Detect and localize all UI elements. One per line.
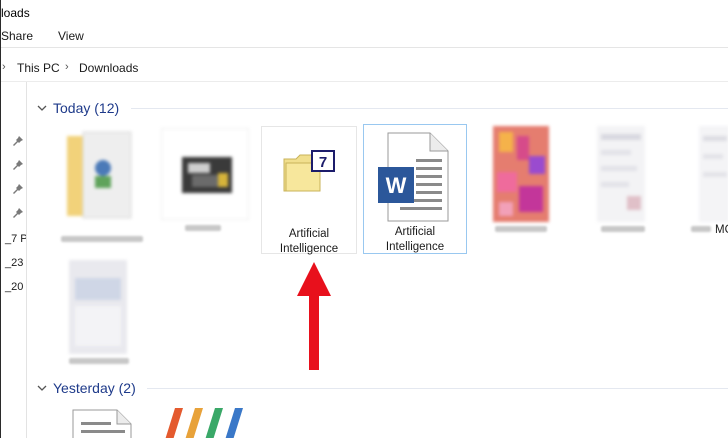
group-divider — [147, 388, 728, 389]
file-label-partial: MG — [715, 224, 728, 236]
file-label: Artificial Intelligence — [364, 225, 466, 255]
file-tile[interactable] — [581, 124, 677, 252]
image-icon — [182, 157, 232, 193]
pin-icon[interactable] — [13, 208, 23, 218]
image-thumbnail — [161, 128, 249, 220]
file-tile-ai-word[interactable]: W Artificial Intelligence — [363, 124, 467, 254]
image-thumbnail — [699, 126, 728, 222]
file-label-line: Artificial — [394, 226, 436, 238]
breadcrumb-this-pc[interactable]: This PC — [17, 61, 60, 75]
tab-view[interactable]: View — [58, 29, 84, 43]
svg-text:7: 7 — [319, 154, 327, 171]
file-explorer-window: loads Share View › This PC › Downloads _… — [0, 0, 728, 438]
file-tile[interactable] — [57, 258, 153, 368]
tab-share[interactable]: Share — [1, 29, 33, 43]
chevron-down-icon[interactable] — [37, 103, 47, 113]
group-header-today[interactable]: Today (12) — [37, 98, 119, 118]
group-title: Today (12) — [53, 100, 120, 116]
pin-icon[interactable] — [13, 184, 23, 194]
breadcrumb-chevron-icon[interactable]: › — [65, 61, 69, 73]
file-label: Artificial Intelligence — [262, 227, 356, 257]
group-title: Yesterday (2) — [53, 380, 136, 396]
red-arrow-annotation — [297, 262, 331, 370]
ribbon: Share View — [1, 26, 728, 48]
nav-item-label[interactable]: _20 P — [5, 281, 26, 293]
title-bar: loads — [1, 0, 728, 26]
nav-item-label[interactable]: _23 P — [5, 257, 26, 269]
blurred-filename — [185, 225, 221, 231]
word-document-icon: W — [378, 132, 449, 222]
breadcrumb-downloads[interactable]: Downloads — [79, 61, 138, 75]
nav-item-label[interactable]: _7 Pa — [5, 233, 26, 245]
pin-icon[interactable] — [13, 160, 23, 170]
folder-shortcut-icon: 7 — [283, 150, 335, 192]
blurred-filename — [691, 226, 711, 232]
image-thumbnail — [69, 260, 127, 354]
file-label-line: Intelligence — [385, 241, 445, 253]
file-label-line: Intelligence — [279, 243, 339, 255]
group-header-yesterday[interactable]: Yesterday (2) — [37, 378, 136, 398]
file-tile[interactable] — [155, 124, 251, 252]
address-bar[interactable]: › This PC › Downloads — [1, 54, 728, 82]
file-tile[interactable]: MG — [681, 124, 728, 252]
window-title: loads — [1, 6, 30, 20]
blurred-filename — [69, 358, 129, 364]
app-icon — [165, 408, 243, 438]
file-tile[interactable] — [481, 124, 577, 252]
pin-icon[interactable] — [13, 136, 23, 146]
blurred-filename — [601, 226, 645, 232]
image-thumbnail — [597, 126, 645, 222]
folder-icon — [67, 131, 132, 219]
file-tile-ai-shortcut[interactable]: 7 Artificial Intelligence — [261, 126, 357, 257]
blurred-filename — [61, 236, 143, 242]
image-thumbnail — [493, 126, 549, 222]
blurred-filename — [495, 226, 547, 232]
file-tile[interactable] — [61, 402, 157, 438]
chevron-down-icon[interactable] — [37, 383, 47, 393]
svg-text:W: W — [386, 173, 407, 198]
file-tile[interactable] — [57, 124, 153, 252]
navigation-pane: _7 Pa _23 P _20 P — [1, 82, 27, 438]
file-tile[interactable] — [151, 402, 247, 438]
group-divider — [131, 108, 728, 109]
document-icon — [72, 409, 132, 438]
file-label-line: Artificial — [288, 228, 330, 240]
breadcrumb-chevron-icon: › — [2, 61, 6, 73]
